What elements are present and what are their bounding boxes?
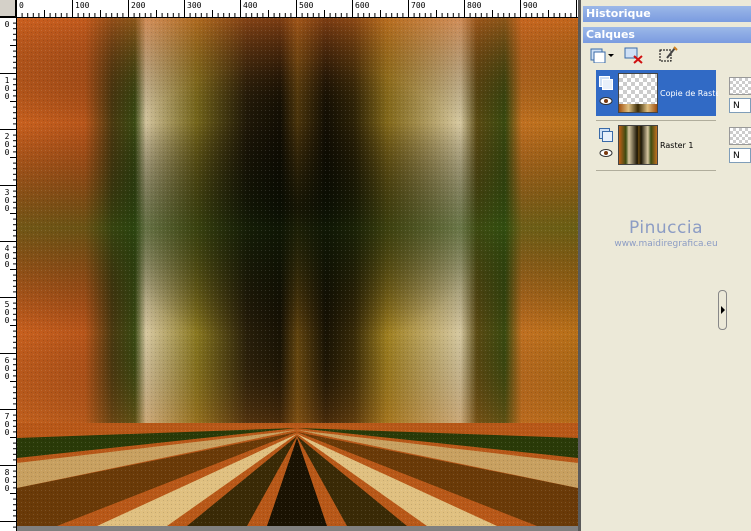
- raster-layer-icon: [599, 128, 613, 142]
- blend-mode-field-2[interactable]: N: [729, 148, 751, 163]
- dropdown-arrow-icon: [608, 54, 614, 57]
- blend-mode-field-1[interactable]: N: [729, 98, 751, 113]
- delete-layer-icon: [624, 47, 643, 64]
- delete-layer-button[interactable]: [623, 45, 645, 65]
- workspace: 0 100 200 300 400 500 600 700 800 900 0 …: [0, 0, 581, 531]
- ruler-label-0: 0: [19, 1, 24, 10]
- history-palette-title[interactable]: Historique: [583, 6, 751, 22]
- vertical-ruler: 0 1 0 0 2 0 0 3 0 0 4 0 0 5 0 0 6 0 0 7 …: [0, 17, 17, 531]
- layer-row-copie-de-raster-1[interactable]: Copie de Raster 1: [596, 70, 718, 116]
- edit-selection-button[interactable]: [657, 45, 679, 65]
- eye-icon[interactable]: [599, 148, 613, 158]
- ruler-label-600: 600: [355, 1, 370, 10]
- watermark: Pinuccia www.maidiregrafica.eu: [601, 218, 731, 249]
- ruler-v-label-600: 6 0 0: [4, 356, 10, 381]
- new-layer-icon: [590, 48, 614, 63]
- ruler-label-300: 300: [187, 1, 202, 10]
- edit-selection-icon: [659, 46, 678, 62]
- ruler-label-700: 700: [411, 1, 426, 10]
- panel-splitter-handle[interactable]: [718, 290, 727, 330]
- ruler-v-label-100: 1 0 0: [4, 76, 10, 101]
- raster-layer-icon: [599, 76, 613, 90]
- layer-name: Copie de Raster 1: [660, 89, 718, 98]
- opacity-swatch-1: [729, 77, 751, 95]
- ruler-v-label-700: 7 0 0: [4, 412, 10, 437]
- layer-list: Copie de Raster 1 Raster 1: [596, 70, 718, 510]
- palette-panels: Historique Calques Copie de Raste Raster…: [581, 0, 751, 531]
- ruler-label-400: 400: [243, 1, 258, 10]
- horizontal-ruler-ticks: [16, 0, 577, 17]
- ruler-v-label-0: 0: [4, 20, 10, 29]
- ruler-v-label-200: 2 0 0: [4, 132, 10, 157]
- watermark-url: www.maidiregrafica.eu: [614, 239, 718, 249]
- ruler-label-800: 800: [467, 1, 482, 10]
- ruler-corner: [0, 0, 16, 17]
- ruler-label-100: 100: [75, 1, 90, 10]
- watermark-title: Pinuccia: [629, 218, 703, 238]
- artwork: [17, 18, 578, 526]
- layer-thumbnail-copie: [618, 73, 658, 113]
- layers-palette-title[interactable]: Calques: [583, 27, 751, 43]
- ruler-label-900: 900: [523, 1, 538, 10]
- ruler-v-label-400: 4 0 0: [4, 244, 10, 269]
- ruler-v-label-300: 3 0 0: [4, 188, 10, 213]
- layer-name: Raster 1: [660, 141, 694, 150]
- canvas-texture: [17, 18, 578, 526]
- layer-properties-column: N N: [727, 70, 751, 530]
- layers-toolbar: [583, 43, 751, 69]
- ruler-v-label-500: 5 0 0: [4, 300, 10, 325]
- eye-icon[interactable]: [599, 96, 613, 106]
- layer-thumbnail-raster: [618, 125, 658, 165]
- ruler-label-500: 500: [299, 1, 314, 10]
- new-layer-button[interactable]: [589, 45, 615, 65]
- ruler-label-200: 200: [131, 1, 146, 10]
- layer-row-raster-1[interactable]: Raster 1: [596, 122, 716, 168]
- horizontal-ruler: 0 100 200 300 400 500 600 700 800 900: [16, 0, 578, 18]
- ruler-v-label-800: 8 0 0: [4, 468, 10, 493]
- opacity-swatch-2: [729, 127, 751, 145]
- image-canvas[interactable]: [17, 18, 578, 526]
